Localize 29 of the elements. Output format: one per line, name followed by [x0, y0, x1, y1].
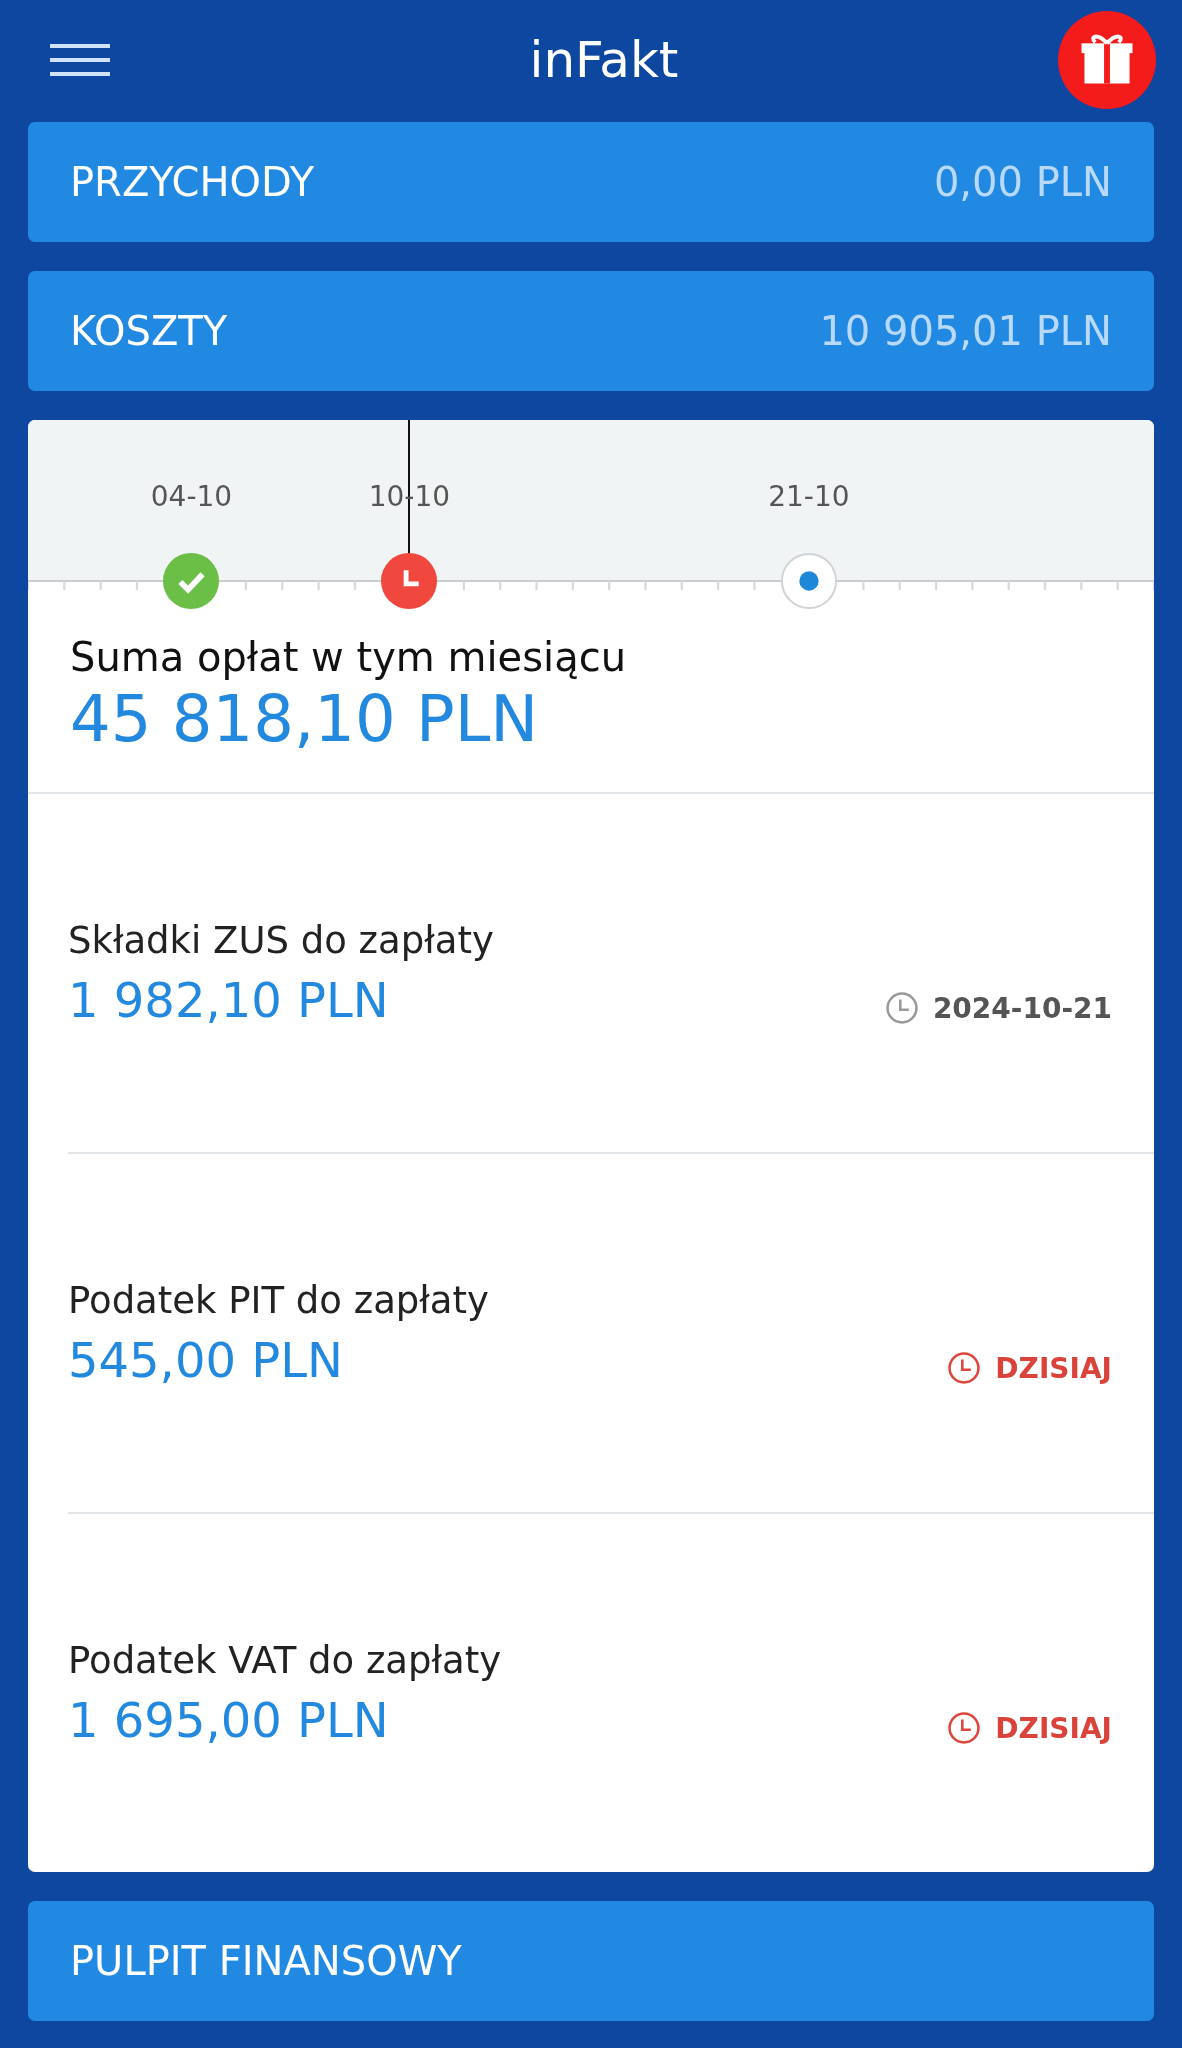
- timeline-date: 04-10: [150, 480, 233, 513]
- summary-card[interactable]: PRZYCHODY 0,00 PLN: [28, 122, 1154, 242]
- total-amount: 45 818,10 PLN: [70, 682, 540, 756]
- gift-icon[interactable]: [1058, 11, 1156, 109]
- payment-row[interactable]: Podatek VAT do zapłaty 1 695,00 PLN DZISIAJ: [68, 1514, 1154, 1872]
- payment-label: Podatek PIT do zapłaty: [68, 1278, 489, 1322]
- payment-label: Podatek VAT do zapłaty: [68, 1638, 502, 1682]
- payment-amount: 1 982,10 PLN: [68, 971, 390, 1028]
- summary-label: PRZYCHODY: [70, 159, 315, 205]
- clock-icon[interactable]: [380, 552, 439, 610]
- due-date: 2024-10-21: [932, 991, 1112, 1025]
- payment-label: Składki ZUS do zapłaty: [68, 918, 494, 962]
- dot-icon[interactable]: [779, 552, 838, 610]
- due-date: DZISIAJ: [995, 1711, 1112, 1745]
- dashboard-card[interactable]: PULPIT FINANSOWY: [28, 1901, 1154, 2021]
- app-title: inFakt: [529, 31, 679, 89]
- summary-value: 0,00 PLN: [933, 159, 1112, 205]
- timeline-date: 21-10: [768, 480, 850, 513]
- due-date: DZISIAJ: [995, 1351, 1112, 1385]
- payment-amount: 545,00 PLN: [68, 1331, 344, 1388]
- summary-value: 10 905,01 PLN: [819, 308, 1112, 354]
- payment-row[interactable]: Podatek PIT do zapłaty 545,00 PLN DZISIAJ: [68, 1154, 1154, 1514]
- total-label: Suma opłat w tym miesiącu: [70, 634, 628, 680]
- payment-row[interactable]: Składki ZUS do zapłaty 1 982,10 PLN 2024-10-21: [68, 794, 1154, 1154]
- payment-amount: 1 695,00 PLN: [68, 1691, 390, 1748]
- summary-card[interactable]: KOSZTY 10 905,01 PLN: [28, 271, 1154, 391]
- check-icon[interactable]: [162, 552, 221, 610]
- dashboard-label: PULPIT FINANSOWY: [70, 1938, 462, 1984]
- summary-label: KOSZTY: [70, 308, 228, 354]
